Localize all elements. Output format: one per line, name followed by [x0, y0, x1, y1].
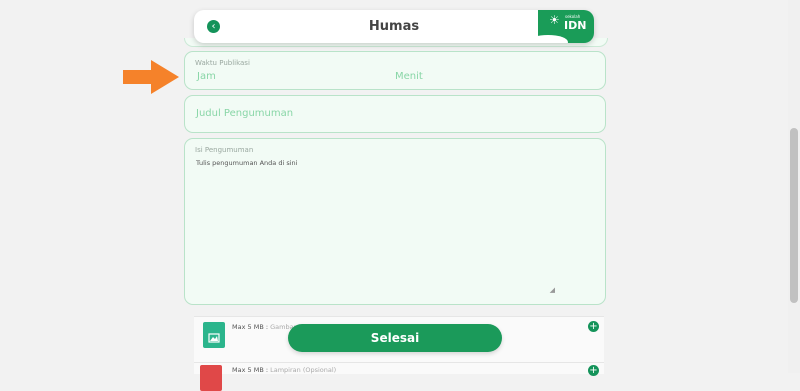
judul-pengumuman-field[interactable]: Judul Pengumuman — [184, 95, 606, 133]
logo-swoosh — [538, 35, 568, 43]
judul-input[interactable]: Judul Pengumuman — [196, 108, 293, 119]
waktu-publikasi-field[interactable]: Waktu Publikasi Jam Menit — [184, 51, 606, 90]
waktu-label: Waktu Publikasi — [195, 59, 250, 67]
back-button[interactable]: ‹ — [207, 20, 220, 33]
add-image-button[interactable]: + — [588, 321, 599, 332]
menit-input[interactable]: Menit — [395, 71, 423, 82]
isi-pengumuman-field[interactable]: Isi Pengumuman Tulis pengumuman Anda di … — [184, 138, 606, 305]
plus-icon: + — [589, 365, 598, 376]
scrollbar-thumb[interactable] — [790, 128, 798, 303]
upload-row-attachment: Max 5 MB : Lampiran (Opsional) + — [194, 362, 604, 391]
resize-handle-icon[interactable]: ◢ — [550, 286, 555, 294]
orange-arrow-icon — [123, 60, 179, 94]
page-title: Humas — [368, 19, 420, 34]
selesai-button[interactable]: Selesai — [288, 324, 502, 352]
jam-input[interactable]: Jam — [197, 71, 216, 82]
add-attachment-button[interactable]: + — [588, 365, 599, 376]
idn-logo: ☀ sekolah IDN — [538, 10, 594, 43]
chevron-left-icon: ‹ — [211, 21, 216, 32]
sun-icon: ☀ — [549, 13, 560, 27]
scrollbar-track[interactable] — [788, 0, 800, 373]
pdf-file-icon — [200, 365, 222, 391]
app-header: ‹ Humas ☀ sekolah IDN — [194, 10, 594, 43]
isi-label: Isi Pengumuman — [195, 146, 254, 154]
image-file-icon — [203, 322, 225, 348]
isi-textarea[interactable]: Tulis pengumuman Anda di sini — [196, 159, 297, 167]
logo-text: IDN — [564, 19, 587, 32]
plus-icon: + — [589, 321, 598, 332]
